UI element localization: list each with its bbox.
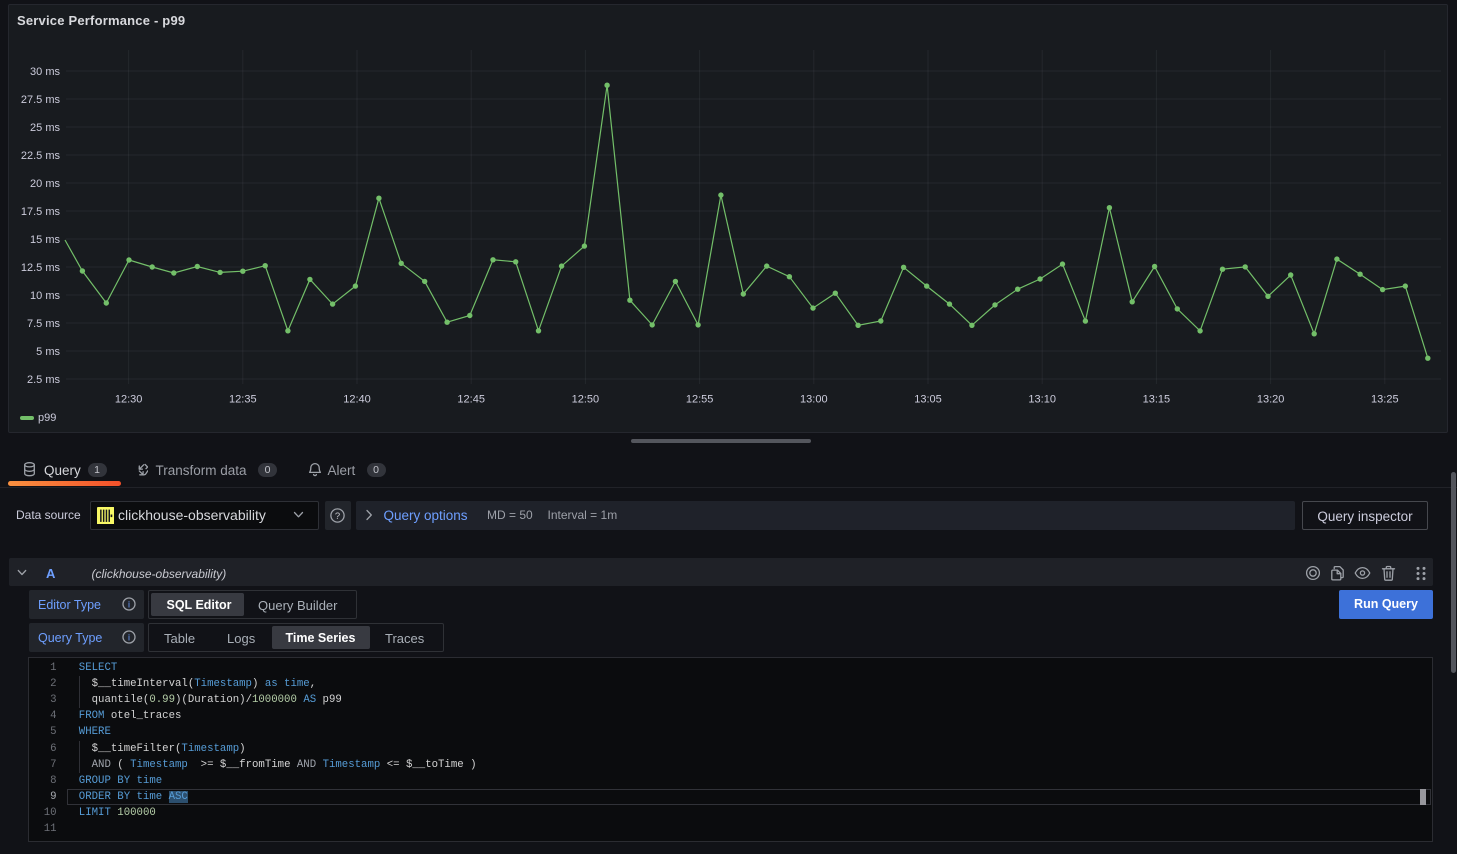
svg-text:17.5 ms: 17.5 ms bbox=[21, 206, 61, 218]
svg-text:25 ms: 25 ms bbox=[30, 122, 60, 134]
svg-text:27.5 ms: 27.5 ms bbox=[21, 94, 61, 106]
svg-text:13:15: 13:15 bbox=[1143, 394, 1171, 406]
svg-text:5 ms: 5 ms bbox=[36, 346, 60, 358]
svg-text:12:30: 12:30 bbox=[115, 394, 143, 406]
svg-text:12.5 ms: 12.5 ms bbox=[21, 262, 61, 274]
svg-text:12:55: 12:55 bbox=[686, 394, 714, 406]
svg-text:?: ? bbox=[335, 510, 340, 521]
svg-text:12:50: 12:50 bbox=[572, 394, 600, 406]
svg-text:20 ms: 20 ms bbox=[30, 178, 60, 190]
svg-text:22.5 ms: 22.5 ms bbox=[21, 150, 61, 162]
svg-text:13:05: 13:05 bbox=[914, 394, 942, 406]
svg-text:13:25: 13:25 bbox=[1371, 394, 1399, 406]
svg-text:30 ms: 30 ms bbox=[30, 66, 60, 78]
svg-text:15 ms: 15 ms bbox=[30, 234, 60, 246]
svg-text:12:35: 12:35 bbox=[229, 394, 257, 406]
svg-text:i: i bbox=[128, 599, 130, 609]
svg-text:i: i bbox=[128, 632, 130, 642]
svg-text:12:40: 12:40 bbox=[343, 394, 371, 406]
svg-text:2.5 ms: 2.5 ms bbox=[27, 374, 61, 386]
svg-text:7.5 ms: 7.5 ms bbox=[27, 318, 61, 330]
svg-text:10 ms: 10 ms bbox=[30, 290, 60, 302]
svg-text:12:45: 12:45 bbox=[457, 394, 485, 406]
svg-text:13:10: 13:10 bbox=[1028, 394, 1056, 406]
svg-text:13:20: 13:20 bbox=[1257, 394, 1285, 406]
svg-text:13:00: 13:00 bbox=[800, 394, 828, 406]
